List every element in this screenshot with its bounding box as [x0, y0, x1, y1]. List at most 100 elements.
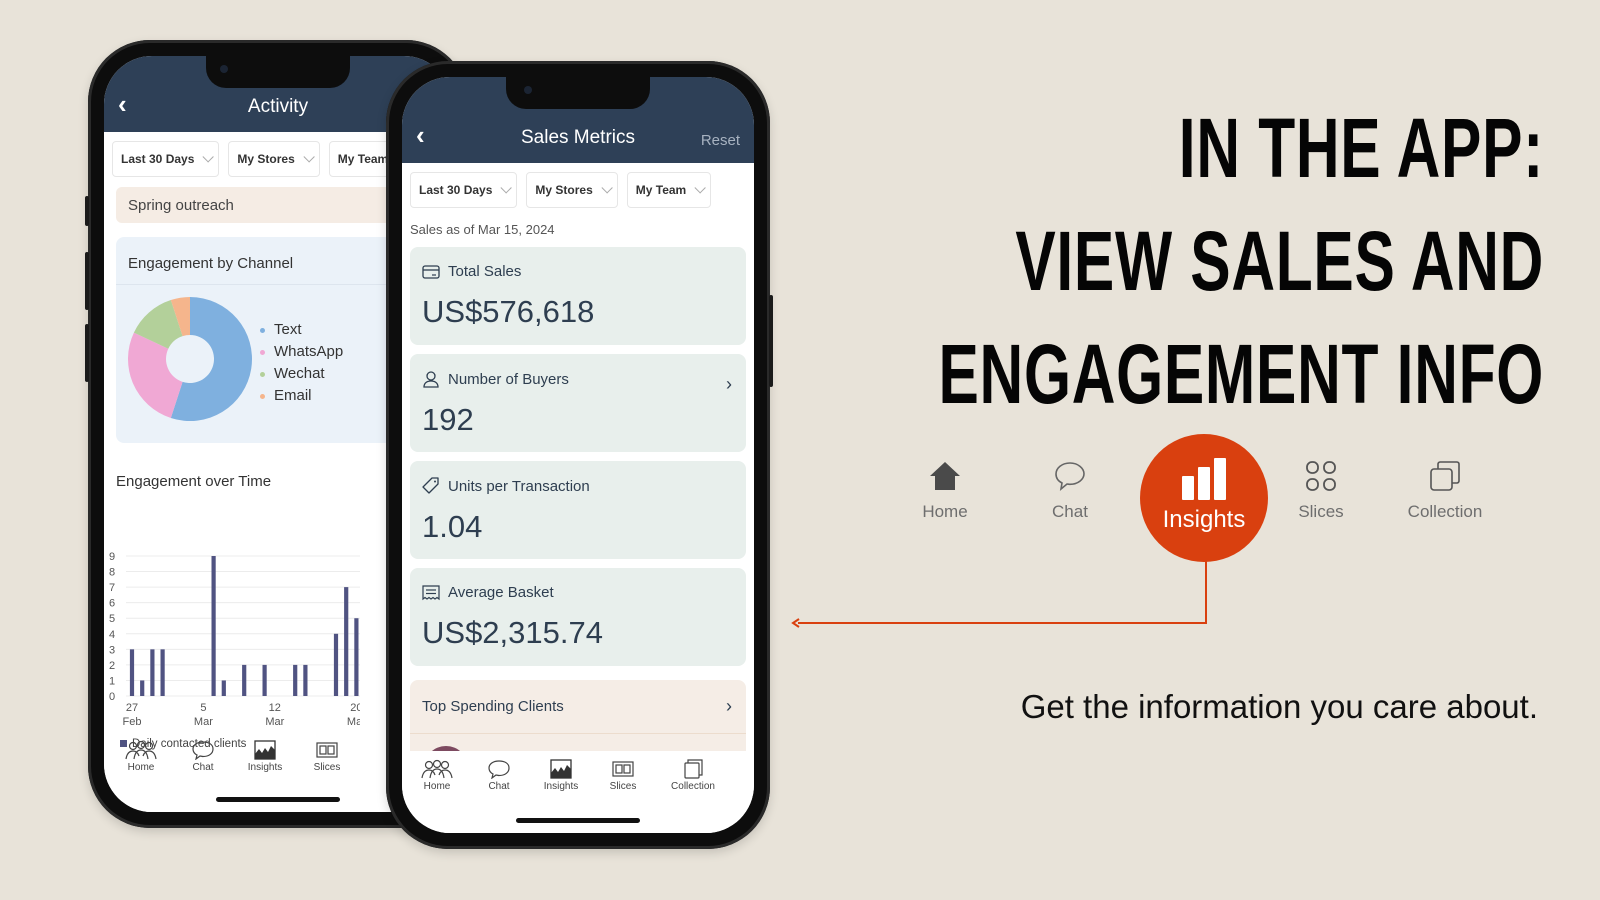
metric-label: Total Sales — [448, 263, 522, 280]
y-tick-label: 7 — [109, 582, 115, 594]
metric-label: Average Basket — [448, 584, 554, 601]
headline: IN THE APP: VIEW SALES AND ENGAGEMENT IN… — [938, 92, 1544, 431]
tab-label: Insights — [543, 781, 579, 792]
tab-collection[interactable]: Collection — [658, 759, 728, 792]
chevron-down-icon — [202, 151, 215, 163]
volume-up-button — [85, 252, 89, 310]
tab-label: Chat — [192, 762, 214, 773]
nav-item-insights-active[interactable]: Insights — [1140, 434, 1268, 562]
home-indicator — [516, 818, 640, 823]
person-icon — [423, 371, 439, 388]
insights-chart-icon — [550, 759, 572, 779]
bar-6-mar[interactable] — [211, 556, 216, 696]
chevron-down-icon — [694, 182, 706, 194]
connector-line — [798, 560, 1207, 624]
y-tick-label: 4 — [109, 629, 115, 641]
tab-label: Home — [127, 762, 155, 773]
sales-screen: ‹ Sales Metrics Reset Last 30 Days My St… — [402, 77, 754, 833]
headline-line: IN THE APP: — [1178, 101, 1544, 195]
tab-insights[interactable]: Insights — [526, 759, 596, 792]
filter-date[interactable]: Last 30 Days — [410, 172, 518, 208]
x-tick-day: 20 — [350, 702, 360, 714]
card-icon — [422, 264, 440, 279]
slices-icon — [612, 761, 634, 777]
metric-number-of-buyers[interactable]: Number of Buyers 192 › — [410, 354, 746, 452]
power-button — [769, 295, 773, 387]
tab-label: Collection — [671, 781, 715, 792]
legend-dot — [260, 371, 265, 377]
nav-label: Insights — [1162, 506, 1246, 533]
nav-label: Chat — [1052, 502, 1088, 521]
tab-label: Slices — [609, 781, 637, 792]
receipt-icon — [422, 584, 440, 600]
tab-slices[interactable]: Slices — [292, 740, 362, 773]
bar-28-feb[interactable] — [140, 680, 145, 696]
nav-item-slices[interactable]: Slices — [1266, 460, 1376, 522]
tab-label: Slices — [313, 762, 341, 773]
chat-icon — [1055, 462, 1085, 491]
chevron-down-icon — [500, 182, 513, 194]
donut-legend: Text WhatsApp Wechat Email — [260, 319, 343, 407]
nav-item-collection[interactable]: Collection — [1390, 460, 1500, 522]
nav-item-chat[interactable]: Chat — [1015, 460, 1125, 522]
filter-label: My Team — [635, 183, 687, 197]
legend-swatch — [120, 740, 127, 747]
metric-label: Units per Transaction — [448, 477, 590, 495]
y-tick-label: 8 — [109, 567, 115, 579]
legend-dot — [260, 349, 265, 355]
filter-label: Last 30 Days — [121, 152, 195, 166]
tab-bar: Home Chat Insights Slices Collection — [402, 751, 754, 833]
tab-chat[interactable]: Chat — [464, 759, 534, 792]
y-tick-label: 6 — [109, 598, 115, 610]
collection-icon — [684, 759, 703, 779]
bar-18-mar[interactable] — [333, 633, 339, 696]
x-tick-month: Mar — [265, 716, 284, 728]
bar-20-mar[interactable] — [354, 618, 359, 696]
bar-1-mar[interactable] — [160, 649, 165, 696]
metric-value: US$2,315.74 — [422, 615, 603, 650]
reset-button[interactable]: Reset — [701, 132, 740, 149]
filter-stores[interactable]: My Stores — [526, 172, 618, 208]
people-icon — [421, 759, 453, 779]
filter-team[interactable]: My Team — [626, 172, 712, 208]
collection-icon — [1430, 461, 1460, 491]
y-tick-label: 0 — [109, 691, 115, 703]
mute-switch — [85, 196, 89, 226]
legend-item: WhatsApp — [260, 341, 343, 363]
x-tick-day: 5 — [200, 702, 206, 714]
bar-29-feb[interactable] — [150, 649, 155, 696]
chevron-down-icon — [601, 182, 613, 194]
bar-7-mar[interactable] — [221, 680, 226, 696]
bar-11-mar[interactable] — [262, 664, 267, 696]
metric-units-per-transaction: Units per Transaction 1.04 — [410, 461, 746, 559]
chevron-right-icon: › — [726, 696, 732, 716]
tab-slices[interactable]: Slices — [588, 759, 658, 792]
nav-item-home[interactable]: Home — [890, 460, 1000, 522]
legend-label: Text — [274, 321, 302, 338]
y-tick-label: 9 — [109, 551, 115, 563]
sales-as-of: Sales as of Mar 15, 2024 — [410, 222, 555, 237]
nav-label: Collection — [1407, 502, 1483, 521]
arrow-connector — [791, 560, 1207, 628]
slices-icon — [316, 742, 338, 758]
bar-15-mar[interactable] — [303, 664, 308, 696]
home-indicator — [216, 797, 340, 802]
legend-item: Text — [260, 319, 343, 341]
bar-14-mar[interactable] — [293, 664, 298, 696]
chat-icon — [488, 760, 510, 779]
filter-label: My Stores — [535, 183, 593, 197]
donut-slice-whatsapp[interactable] — [128, 332, 183, 418]
legend-label: Email — [274, 387, 312, 404]
filter-label: My Stores — [237, 152, 295, 166]
bar-9-mar[interactable] — [242, 664, 247, 696]
bar-19-mar[interactable] — [344, 587, 349, 696]
filter-stores[interactable]: My Stores — [228, 141, 320, 177]
metric-average-basket: Average Basket US$2,315.74 — [410, 568, 746, 666]
bar-27-feb[interactable] — [129, 649, 135, 696]
legend-dot — [260, 393, 265, 399]
tab-home[interactable]: Home — [402, 759, 472, 792]
insights-chart-icon — [254, 740, 276, 760]
card-title: Top Spending Clients — [422, 698, 564, 715]
filter-date[interactable]: Last 30 Days — [112, 141, 220, 177]
y-tick-label: 3 — [109, 644, 115, 656]
